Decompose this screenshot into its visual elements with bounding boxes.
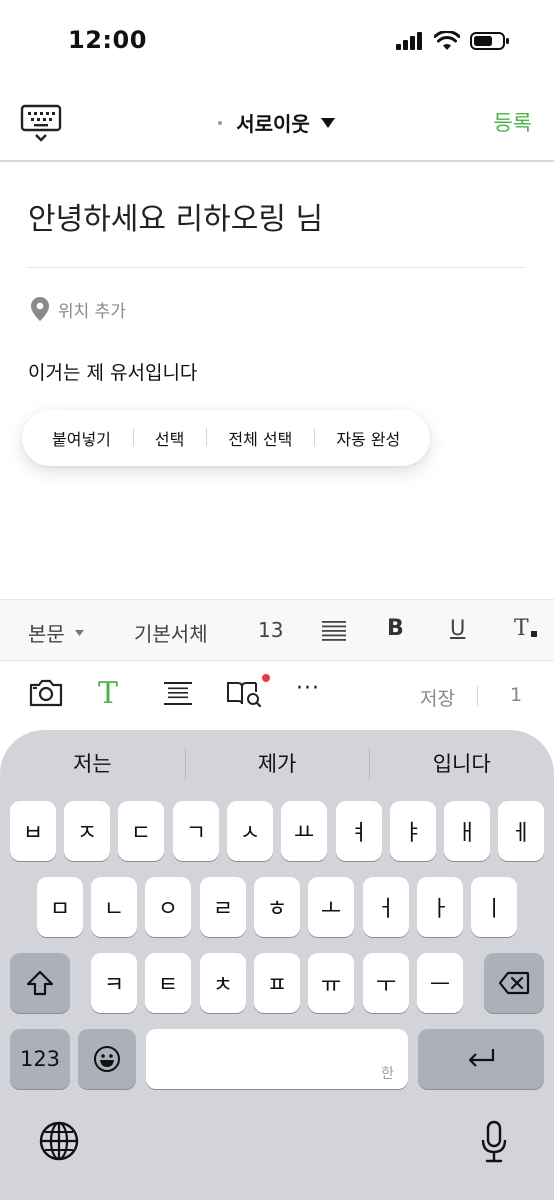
key-ya[interactable]: ㅑ (390, 801, 436, 861)
key-u[interactable]: ㅜ (363, 953, 409, 1013)
cellular-signal-icon (396, 32, 422, 50)
save-divider (477, 686, 478, 706)
key-h[interactable]: ㅎ (254, 877, 300, 937)
dictation-key[interactable] (480, 1120, 508, 1164)
audience-selector[interactable]: 서로이웃 (0, 108, 554, 137)
notification-dot (262, 674, 270, 682)
globe-icon (39, 1121, 79, 1161)
suggestion-3[interactable]: 입니다 (369, 744, 554, 784)
align-button[interactable] (322, 621, 346, 646)
key-j[interactable]: ㅈ (64, 801, 110, 861)
saved-count-button[interactable]: 1 (510, 684, 522, 706)
location-label: 위치 추가 (58, 301, 126, 322)
space-key[interactable]: 한 (146, 1029, 408, 1089)
editor-header: 서로이웃 등록 (0, 96, 554, 162)
suggestion-bar: 저는 제가 입니다 (0, 744, 554, 784)
key-b[interactable]: ㅂ (10, 801, 56, 861)
library-search-button[interactable] (226, 680, 262, 712)
return-icon (468, 1049, 495, 1067)
key-r[interactable]: ㄹ (200, 877, 246, 937)
emoji-key[interactable] (78, 1029, 136, 1089)
clear-format-square-icon (530, 631, 537, 637)
save-button[interactable]: 저장 (420, 684, 455, 711)
paste-menu-item[interactable]: 붙여넣기 (22, 426, 133, 450)
submit-button[interactable]: 등록 (493, 107, 532, 137)
suggestion-1[interactable]: 저는 (0, 744, 185, 784)
format-toolbar: 본문 기본서체 13 B U T (0, 599, 554, 661)
key-ng[interactable]: ㅇ (145, 877, 191, 937)
suggestion-2[interactable]: 제가 (184, 744, 370, 784)
numbers-key[interactable]: 123 (10, 1029, 70, 1089)
text-context-menu: 붙여넣기 선택 전체 선택 자동 완성 (22, 410, 430, 466)
key-s[interactable]: ㅅ (227, 801, 273, 861)
key-n[interactable]: ㄴ (91, 877, 137, 937)
add-location-button[interactable]: 위치 추가 (30, 296, 126, 322)
book-search-icon (227, 682, 262, 708)
key-e[interactable]: ㅔ (498, 801, 544, 861)
status-icons (396, 31, 510, 51)
shift-key[interactable] (10, 953, 70, 1013)
clear-format-button[interactable]: T (514, 616, 537, 641)
clear-format-label: T (514, 616, 529, 641)
key-ae[interactable]: ㅐ (444, 801, 490, 861)
key-i[interactable]: ㅣ (471, 877, 517, 937)
key-eo[interactable]: ㅓ (363, 877, 409, 937)
font-size-button[interactable]: 13 (258, 618, 283, 642)
space-language-hint: 한 (381, 1066, 394, 1082)
key-ch[interactable]: ㅊ (200, 953, 246, 1013)
post-title[interactable]: 안녕하세요 리하오링 님 (28, 194, 323, 238)
backspace-icon (498, 971, 530, 995)
key-p[interactable]: ㅍ (254, 953, 300, 1013)
more-button[interactable]: ··· (296, 676, 320, 701)
status-bar: 12:00 (0, 0, 554, 84)
quote-button[interactable] (164, 682, 192, 710)
shift-icon (26, 970, 54, 996)
key-yeo[interactable]: ㅕ (336, 801, 382, 861)
small-caret-down-icon (74, 629, 84, 636)
bold-button[interactable]: B (387, 616, 404, 641)
status-time: 12:00 (68, 26, 147, 54)
return-key[interactable] (418, 1029, 544, 1089)
insert-toolbar: T ··· 저장 1 (0, 662, 554, 728)
key-g[interactable]: ㄱ (173, 801, 219, 861)
camera-icon (29, 679, 63, 707)
font-family-button[interactable]: 기본서체 (134, 618, 208, 647)
emoji-icon (94, 1046, 120, 1072)
key-a[interactable]: ㅏ (417, 877, 463, 937)
autofill-menu-item[interactable]: 자동 완성 (314, 426, 422, 450)
battery-icon (470, 32, 509, 50)
paragraph-style-dropdown[interactable]: 본문 (28, 618, 84, 647)
key-yu[interactable]: ㅠ (308, 953, 354, 1013)
globe-key[interactable] (38, 1120, 80, 1162)
key-eu[interactable]: ㅡ (417, 953, 463, 1013)
key-d[interactable]: ㄷ (118, 801, 164, 861)
underline-button[interactable]: U (450, 616, 465, 640)
paragraph-style-label: 본문 (28, 622, 65, 646)
align-justify-icon (322, 621, 346, 641)
text-style-button[interactable]: T (98, 676, 118, 711)
camera-button[interactable] (28, 678, 64, 712)
key-m[interactable]: ㅁ (37, 877, 83, 937)
backspace-key[interactable] (484, 953, 544, 1013)
wifi-icon (434, 31, 460, 50)
post-body-text[interactable]: 이거는 제 유서입니다 (28, 358, 197, 385)
select-all-menu-item[interactable]: 전체 선택 (206, 426, 314, 450)
audience-dot (218, 120, 223, 125)
key-k[interactable]: ㅋ (91, 953, 137, 1013)
key-yo[interactable]: ㅛ (281, 801, 327, 861)
title-divider (28, 267, 525, 268)
key-t[interactable]: ㅌ (145, 953, 191, 1013)
keyboard: 저는 제가 입니다 ㅂ ㅈ ㄷ ㄱ ㅅ ㅛ ㅕ ㅑ ㅐ ㅔ ㅁ ㄴ ㅇ ㄹ ㅎ … (0, 730, 554, 1200)
microphone-icon (481, 1120, 507, 1163)
paragraph-lines-icon (164, 682, 192, 705)
audience-label: 서로이웃 (236, 112, 310, 136)
caret-down-icon (320, 117, 335, 128)
select-menu-item[interactable]: 선택 (132, 426, 206, 450)
key-o[interactable]: ㅗ (308, 877, 354, 937)
location-pin-icon (31, 297, 49, 321)
